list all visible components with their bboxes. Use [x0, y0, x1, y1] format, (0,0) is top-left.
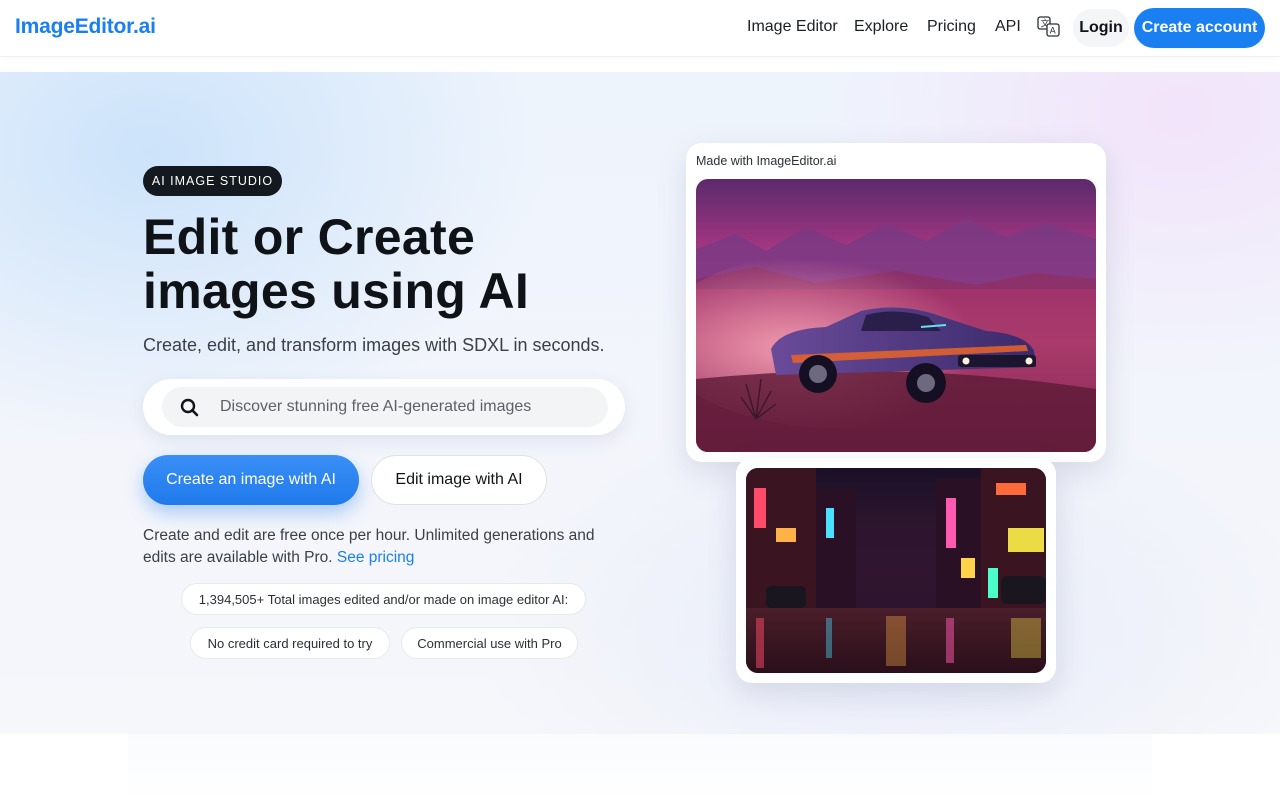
page-title: Edit or Create images using AI: [143, 210, 623, 318]
hero-subtitle: Create, edit, and transform images with …: [143, 335, 605, 355]
nav-pricing[interactable]: Pricing: [927, 18, 976, 36]
total-images-chip: 1,394,505+ Total images edited and/or ma…: [181, 583, 586, 615]
search-icon: [180, 398, 200, 418]
search-input[interactable]: [220, 387, 600, 427]
title-line-1: Edit or Create: [143, 209, 476, 265]
site-header: ImageEditor.ai Image Editor Explore Pric…: [0, 0, 1280, 57]
no-credit-card-chip: No credit card required to try: [190, 627, 390, 659]
brand-logo[interactable]: ImageEditor.ai: [15, 15, 156, 39]
showcase-image-car[interactable]: [696, 179, 1096, 452]
section-divider: [0, 734, 1280, 800]
nav-image-editor[interactable]: Image Editor: [747, 18, 838, 36]
create-account-button[interactable]: Create account: [1134, 8, 1265, 48]
hero-badge: AI IMAGE STUDIO: [143, 166, 282, 196]
translate-icon[interactable]: 文 A: [1037, 16, 1061, 38]
showcase-image-city[interactable]: [746, 468, 1046, 673]
commercial-use-chip: Commercial use with Pro: [401, 627, 578, 659]
login-button[interactable]: Login: [1073, 9, 1129, 47]
see-pricing-link[interactable]: See pricing: [337, 549, 415, 566]
edit-image-button[interactable]: Edit image with AI: [371, 455, 547, 505]
showcase-caption: Made with ImageEditor.ai: [696, 154, 837, 168]
nav-api[interactable]: API: [995, 18, 1021, 36]
search-field[interactable]: [162, 387, 608, 427]
svg-text:A: A: [1050, 27, 1057, 37]
pricing-note: Create and edit are free once per hour. …: [143, 525, 613, 569]
showcase-card-main: Made with ImageEditor.ai: [686, 143, 1106, 462]
nav-explore[interactable]: Explore: [854, 18, 908, 36]
create-image-button[interactable]: Create an image with AI: [143, 455, 359, 505]
showcase-card-secondary: [736, 458, 1056, 683]
search-bar: [143, 379, 625, 435]
title-line-2: images using AI: [143, 263, 530, 319]
